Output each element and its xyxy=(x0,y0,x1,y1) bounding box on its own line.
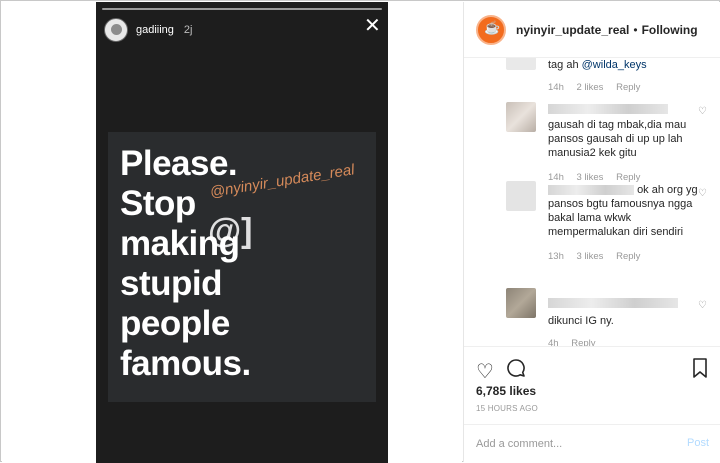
add-comment-input[interactable] xyxy=(476,435,666,453)
profile-avatar[interactable] xyxy=(476,14,506,45)
comment-meta: 14h 3 likes Reply xyxy=(548,172,698,183)
reply-button[interactable]: Reply xyxy=(616,251,640,262)
reply-button[interactable]: Reply xyxy=(616,82,640,93)
post-comment-button[interactable]: Post xyxy=(687,437,709,449)
comment-meta: 14h 2 likes Reply xyxy=(548,82,708,93)
window-frame: gadiiing 2j ✕ Please. Stop making stupid… xyxy=(0,0,720,463)
comment-avatar[interactable] xyxy=(506,102,536,132)
comment-time: 4h xyxy=(548,338,559,346)
poster-line: famous. xyxy=(120,344,251,383)
story-poster: Please. Stop making stupid people famous… xyxy=(108,132,376,402)
story-timestamp: 2j xyxy=(183,24,193,36)
following-button[interactable]: Following xyxy=(642,23,698,37)
likes-count[interactable]: 6,785 likes xyxy=(476,384,536,398)
poster-line: stupid xyxy=(120,264,222,303)
comment-mention[interactable]: @wilda_keys xyxy=(582,59,647,71)
comment-item: dikunci IG ny. 4h Reply xyxy=(548,294,698,346)
like-comment-icon[interactable]: ♡ xyxy=(698,300,707,311)
comment-meta: 4h Reply xyxy=(548,338,698,346)
comment-time: 14h xyxy=(548,172,564,183)
comment-likes[interactable]: 3 likes xyxy=(577,251,604,262)
bookmark-icon[interactable] xyxy=(692,358,708,384)
comment-avatar[interactable] xyxy=(506,58,536,70)
post-actions: ♡ 6,785 likes 15 HOURS AGO xyxy=(464,346,720,424)
comment-avatar[interactable] xyxy=(506,181,536,211)
comment-time: 14h xyxy=(548,82,564,93)
comment-time: 13h xyxy=(548,251,564,262)
story-avatar[interactable] xyxy=(104,18,128,42)
like-comment-icon[interactable]: ♡ xyxy=(698,188,707,199)
comment-item: gausah di tag mbak,dia mau pansos gausah… xyxy=(548,100,698,183)
reply-button[interactable]: Reply xyxy=(571,338,595,346)
poster-line: people xyxy=(120,304,230,343)
post-username[interactable]: nyinyir_update_real xyxy=(516,23,629,37)
header-separator: • xyxy=(633,22,638,37)
post-header: nyinyir_update_real • Following xyxy=(464,2,720,58)
comment-avatar[interactable] xyxy=(506,288,536,318)
story-username[interactable]: gadiiing xyxy=(136,24,174,36)
comments-list[interactable]: tag ah @wilda_keys 14h 2 likes Reply gau… xyxy=(464,58,720,346)
add-comment-bar: Post xyxy=(464,424,720,462)
comment-username-blurred[interactable] xyxy=(548,294,698,312)
comment-icon[interactable] xyxy=(506,358,526,384)
comment-text: tag ah @wilda_keys xyxy=(548,59,647,71)
poster-line: Stop xyxy=(120,184,196,223)
comment-likes[interactable]: 3 likes xyxy=(577,172,604,183)
comment-item: ok ah org yg pansos bgtu famousnya ngga … xyxy=(548,183,698,262)
poster-line: Please. xyxy=(120,144,238,183)
heart-icon[interactable]: ♡ xyxy=(476,359,494,384)
story-header: gadiiing 2j xyxy=(104,16,192,44)
like-comment-icon[interactable]: ♡ xyxy=(698,106,707,117)
post-side-panel: nyinyir_update_real • Following tag ah @… xyxy=(463,2,720,462)
comment-text: gausah di tag mbak,dia mau pansos gausah… xyxy=(548,119,687,159)
story-progress-bar xyxy=(102,8,382,10)
post-timestamp: 15 HOURS AGO xyxy=(476,404,538,413)
comment-username-blurred[interactable] xyxy=(548,100,698,118)
media-pane: gadiiing 2j ✕ Please. Stop making stupid… xyxy=(2,2,462,463)
close-icon[interactable]: ✕ xyxy=(364,16,381,36)
comment-item: tag ah @wilda_keys 14h 2 likes Reply xyxy=(548,58,708,93)
comment-text: ok ah org yg pansos bgtu famousnya ngga … xyxy=(548,184,698,238)
reply-button[interactable]: Reply xyxy=(616,172,640,183)
comment-meta: 13h 3 likes Reply xyxy=(548,251,698,262)
comment-name-tail: ok xyxy=(637,184,649,196)
comment-text: dikunci IG ny. xyxy=(548,315,614,327)
story-viewer[interactable]: gadiiing 2j ✕ Please. Stop making stupid… xyxy=(96,2,388,463)
watermark-mark: @] xyxy=(208,212,253,250)
comment-likes[interactable]: 2 likes xyxy=(577,82,604,93)
